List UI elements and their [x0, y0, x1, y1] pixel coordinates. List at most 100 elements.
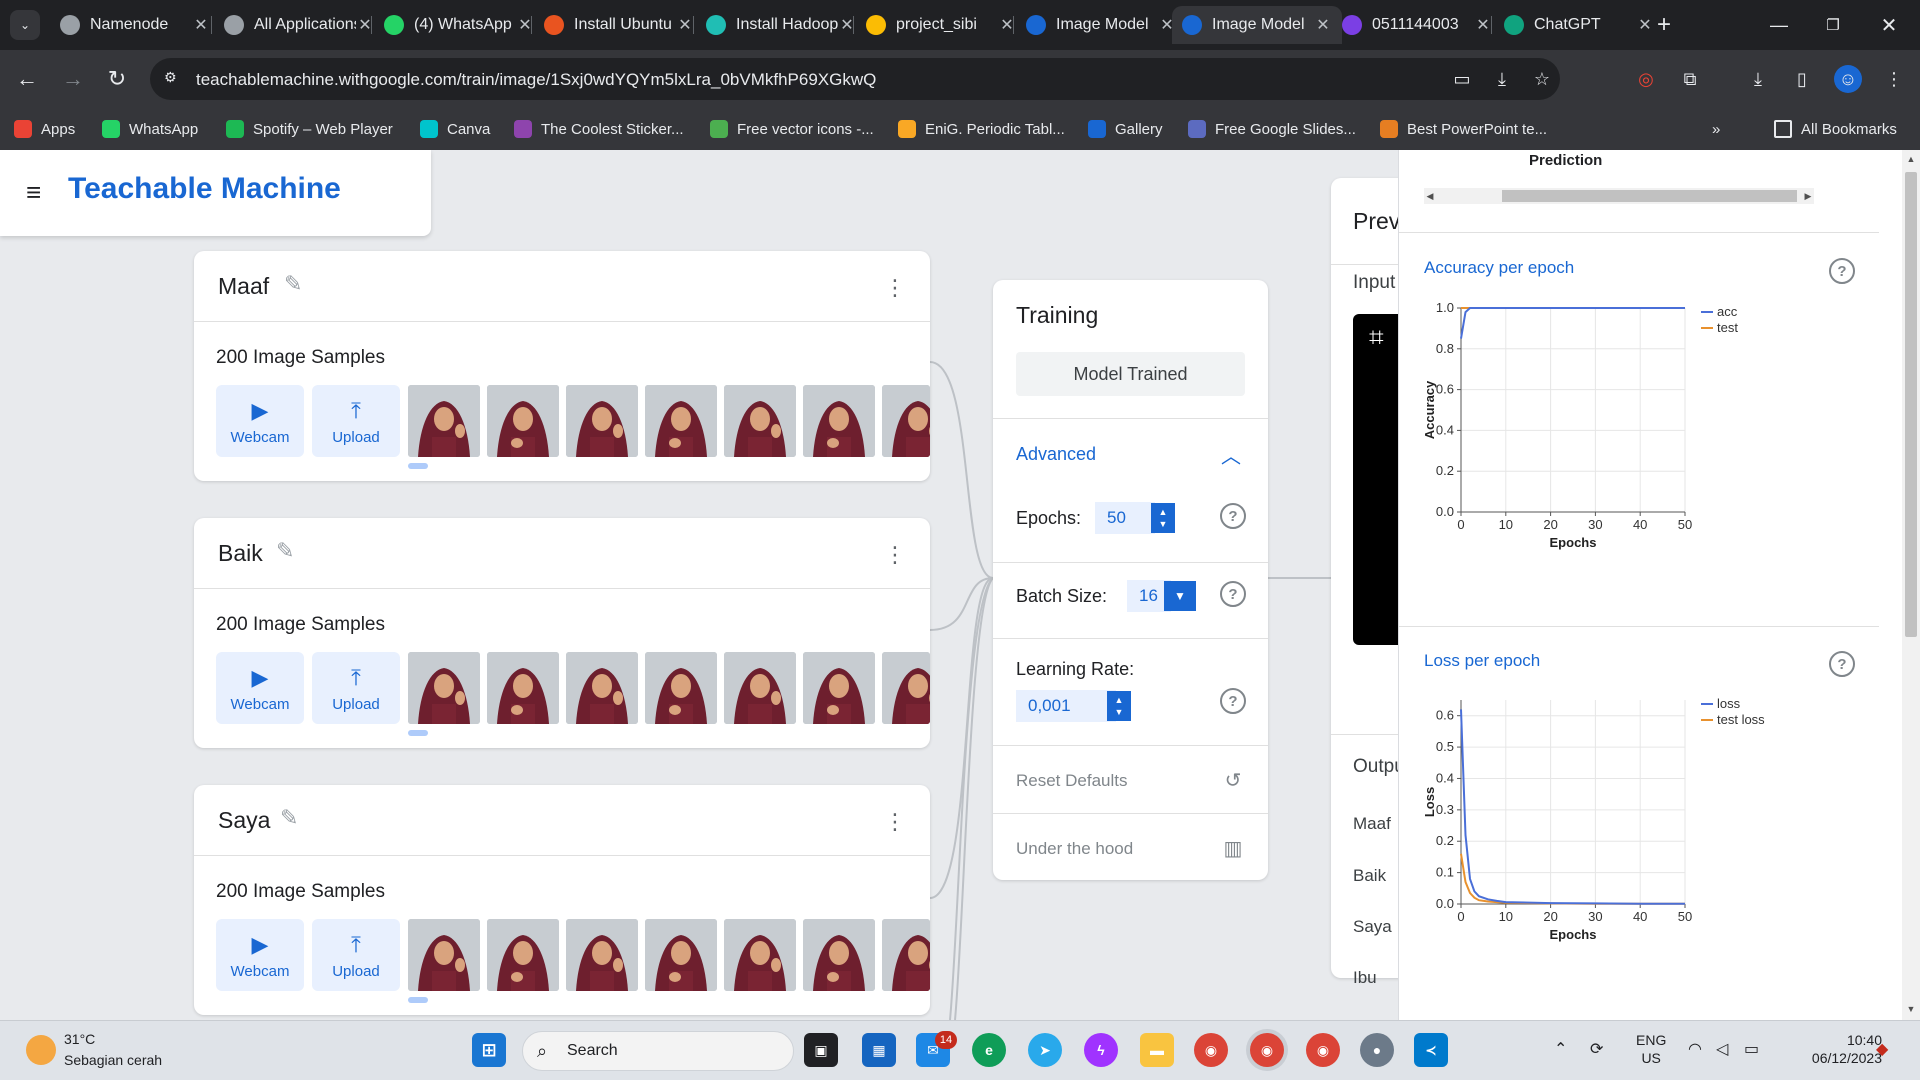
browser-tab[interactable]: Install Ubuntu ✕: [534, 6, 704, 44]
sample-thumbnail[interactable]: [803, 919, 875, 991]
scroll-up-icon[interactable]: ▲: [1902, 152, 1920, 166]
telegram-icon[interactable]: ➤: [1028, 1033, 1062, 1067]
url-text[interactable]: teachablemachine.withgoogle.com/train/im…: [196, 70, 876, 90]
sample-thumbnail[interactable]: [487, 385, 559, 457]
class-name[interactable]: Saya: [218, 807, 270, 834]
reload-icon[interactable]: ↻: [102, 64, 132, 94]
upload-button[interactable]: ⤒ Upload: [312, 652, 400, 724]
bookmark-item[interactable]: WhatsApp: [102, 108, 198, 150]
class-name[interactable]: Baik: [218, 540, 263, 567]
temperature[interactable]: 31°C: [64, 1031, 95, 1047]
hamburger-menu-icon[interactable]: ≡: [26, 179, 52, 205]
taskbar-search[interactable]: ⌕ Search: [522, 1031, 794, 1071]
edit-pencil-icon[interactable]: ✎: [284, 271, 310, 297]
scroll-thumb[interactable]: [1905, 172, 1917, 637]
site-info-icon[interactable]: ⚙: [164, 69, 184, 89]
sample-thumbnail[interactable]: [882, 652, 930, 724]
cast-icon[interactable]: ▭: [1450, 67, 1474, 91]
bookmark-item[interactable]: Apps: [14, 108, 75, 150]
back-arrow-icon[interactable]: ←: [12, 64, 42, 94]
close-window-icon[interactable]: ✕: [1876, 12, 1902, 38]
store-icon[interactable]: ▦: [862, 1033, 896, 1067]
scroll-down-icon[interactable]: ▼: [1902, 1002, 1920, 1016]
bookmark-item[interactable]: Gallery: [1088, 108, 1163, 150]
thumbnail-scroll-indicator[interactable]: [408, 463, 428, 469]
weather-sun-icon[interactable]: [26, 1035, 56, 1065]
wifi-icon[interactable]: ◠: [1688, 1039, 1702, 1059]
battery-icon[interactable]: ▭: [1744, 1039, 1759, 1059]
chevron-up-icon[interactable]: ︿: [1221, 440, 1245, 468]
sample-thumbnail[interactable]: [566, 385, 638, 457]
browser-tab[interactable]: 0511144003 ✕: [1332, 6, 1502, 44]
browser-tab[interactable]: Image Model ✕: [1172, 6, 1342, 44]
upload-button[interactable]: ⤒ Upload: [312, 385, 400, 457]
sample-thumbnail[interactable]: [803, 385, 875, 457]
tab-close-icon[interactable]: ✕: [1314, 15, 1332, 35]
crop-icon[interactable]: ⌗: [1369, 322, 1384, 354]
forward-arrow-icon[interactable]: →: [58, 64, 88, 94]
scroll-right-icon[interactable]: ▶: [1802, 188, 1814, 204]
extensions-puzzle-icon[interactable]: ⧉: [1676, 65, 1704, 93]
advanced-toggle[interactable]: Advanced: [1016, 444, 1096, 465]
download-icon[interactable]: ⤓: [1490, 67, 1514, 91]
webcam-button[interactable]: ▶ Webcam: [216, 919, 304, 991]
sync-icon[interactable]: ⟳: [1590, 1039, 1603, 1059]
bookmark-item[interactable]: Best PowerPoint te...: [1380, 108, 1547, 150]
file-explorer-icon[interactable]: ▬: [1140, 1033, 1174, 1067]
app-circle-icon[interactable]: ●: [1360, 1033, 1394, 1067]
tab-close-icon[interactable]: ✕: [1474, 15, 1492, 35]
clock[interactable]: 10:40 06/12/2023: [1792, 1031, 1882, 1067]
profile-avatar-icon[interactable]: ☺: [1834, 65, 1862, 93]
sample-thumbnail[interactable]: [724, 385, 796, 457]
batch-size-help-icon[interactable]: ?: [1220, 581, 1246, 607]
sample-thumbnail[interactable]: [803, 652, 875, 724]
vscode-icon[interactable]: ≺: [1414, 1033, 1448, 1067]
browser-tab[interactable]: All Applications ✕: [214, 6, 384, 44]
sample-thumbnail[interactable]: [645, 385, 717, 457]
epochs-stepper[interactable]: ▲ ▼: [1151, 503, 1175, 533]
address-bar[interactable]: ⚙ teachablemachine.withgoogle.com/train/…: [150, 58, 1560, 100]
sample-thumbnail[interactable]: [408, 919, 480, 991]
extension-color-icon[interactable]: ◎: [1632, 65, 1660, 93]
task-view-icon[interactable]: ▣: [804, 1033, 838, 1067]
side-panel-icon[interactable]: ▯: [1788, 65, 1816, 93]
sample-thumbnail[interactable]: [408, 385, 480, 457]
all-bookmarks[interactable]: All Bookmarks: [1774, 108, 1897, 150]
more-options-icon[interactable]: ⋮: [884, 540, 906, 570]
sample-thumbnail[interactable]: [487, 919, 559, 991]
bookmark-item[interactable]: Spotify – Web Player: [226, 108, 393, 150]
app-brand[interactable]: Teachable Machine: [68, 172, 341, 206]
browser-tab[interactable]: Namenode ✕: [50, 6, 220, 44]
more-options-icon[interactable]: ⋮: [884, 807, 906, 837]
new-tab-plus-icon[interactable]: +: [1650, 11, 1678, 39]
sample-thumbnail[interactable]: [487, 652, 559, 724]
scroll-thumb[interactable]: [1502, 190, 1797, 202]
tab-close-icon[interactable]: ✕: [192, 15, 210, 35]
thumbnail-scroll-indicator[interactable]: [408, 730, 428, 736]
sample-thumbnail[interactable]: [408, 652, 480, 724]
dropdown-arrow-icon[interactable]: ▼: [1164, 581, 1196, 611]
sample-thumbnail[interactable]: [882, 919, 930, 991]
messenger-icon[interactable]: ϟ: [1084, 1033, 1118, 1067]
bookmarks-overflow-icon[interactable]: »: [1712, 108, 1720, 150]
history-icon[interactable]: ↺: [1220, 767, 1246, 793]
tab-close-icon[interactable]: ✕: [676, 15, 694, 35]
language-indicator[interactable]: ENG US: [1636, 1031, 1666, 1067]
bookmark-item[interactable]: Free vector icons -...: [710, 108, 874, 150]
notification-icon[interactable]: ◆: [1876, 1039, 1888, 1059]
sample-thumbnail[interactable]: [882, 385, 930, 457]
upload-button[interactable]: ⤒ Upload: [312, 919, 400, 991]
browser-menu-icon[interactable]: ⋮: [1880, 65, 1908, 93]
model-trained-button[interactable]: Model Trained: [1016, 352, 1245, 396]
epochs-input[interactable]: 50: [1095, 502, 1155, 534]
learning-rate-help-icon[interactable]: ?: [1220, 688, 1246, 714]
more-options-icon[interactable]: ⋮: [884, 273, 906, 303]
chrome-icon[interactable]: ◉: [1194, 1033, 1228, 1067]
horizontal-scrollbar[interactable]: ◀ ▶: [1424, 188, 1814, 204]
sample-thumbnail[interactable]: [645, 919, 717, 991]
sample-thumbnail[interactable]: [566, 919, 638, 991]
browser-tab[interactable]: ChatGPT ✕: [1494, 6, 1664, 44]
reset-defaults-button[interactable]: Reset Defaults: [1016, 771, 1128, 791]
windows-start-icon[interactable]: ⊞: [472, 1033, 506, 1067]
epochs-help-icon[interactable]: ?: [1220, 503, 1246, 529]
